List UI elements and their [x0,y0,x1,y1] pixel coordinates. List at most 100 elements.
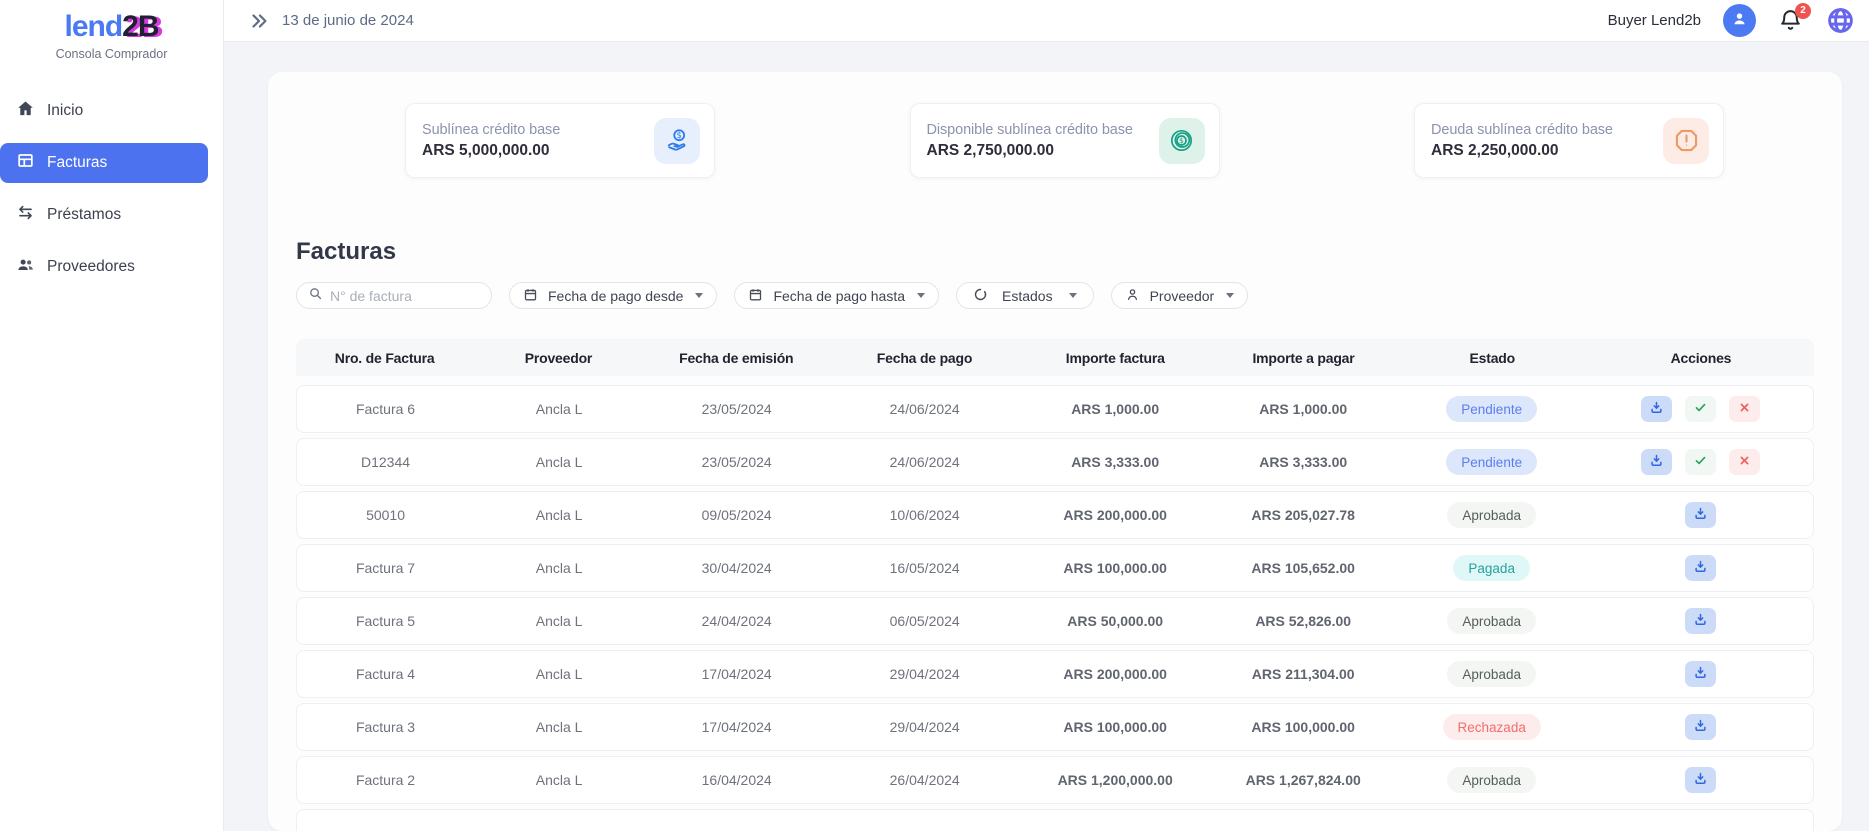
filter-label: Fecha de pago desde [548,288,683,304]
download-icon [1649,400,1664,418]
cell-provider: Ancla L [474,560,644,576]
reject-button[interactable] [1729,396,1760,422]
cell-to-pay: ARS 105,652.00 [1210,560,1396,576]
sidebar-collapse-button[interactable] [248,10,270,32]
person-icon [1125,287,1140,305]
approve-button[interactable] [1685,449,1716,475]
download-button[interactable] [1641,449,1672,475]
sidebar-item-facturas[interactable]: Facturas [0,143,208,183]
brand-logo: lend2B Consola Comprador [0,0,223,61]
calendar-icon [523,287,538,305]
status-badge: Aprobada [1447,661,1536,687]
download-button[interactable] [1685,661,1716,687]
invoice-search-field [296,282,492,309]
cell-status: Pendiente [1396,396,1587,422]
status-badge: Pendiente [1446,449,1537,475]
download-button[interactable] [1685,502,1716,528]
cell-invoice: Factura 4 [297,666,474,682]
download-button[interactable] [1685,608,1716,634]
cell-issue-date: 09/05/2024 [644,507,829,523]
card-value: ARS 2,750,000.00 [927,142,1133,160]
cell-provider: Ancla L [474,666,644,682]
search-input[interactable] [330,288,480,304]
cell-issue-date: 23/05/2024 [644,454,829,470]
brand-logo-text: lend2B [0,10,223,44]
status-badge: Aprobada [1447,608,1536,634]
cell-actions [1587,502,1813,528]
content-area: Sublínea crédito base ARS 5,000,000.00 $… [224,42,1869,831]
download-icon [1693,559,1708,577]
column-header: Fecha de emisión [644,350,829,366]
card-title: Sublínea crédito base [422,122,560,138]
table-row: Factura 2 Ancla L 16/04/2024 26/04/2024 … [296,756,1814,804]
svg-text:$: $ [1179,136,1184,145]
download-button[interactable] [1685,714,1716,740]
filter-provider[interactable]: Proveedor [1111,282,1249,309]
cell-invoice: Factura 7 [297,560,474,576]
brand-logo-primary: lend [64,10,122,43]
sidebar-item-prestamos[interactable]: Préstamos [0,195,208,235]
filter-states[interactable]: Estados [956,282,1094,309]
filter-label: Fecha de pago hasta [773,288,905,304]
table-row: Factura 6 Ancla L 23/05/2024 24/06/2024 … [296,385,1814,433]
cell-status: Pendiente [1396,449,1587,475]
card-title: Deuda sublínea crédito base [1431,122,1613,138]
svg-text:$: $ [676,130,681,140]
approve-button[interactable] [1685,396,1716,422]
chevron-down-icon [695,293,703,298]
filter-date-from[interactable]: Fecha de pago desde [509,282,717,309]
download-button[interactable] [1685,555,1716,581]
download-icon [1693,665,1708,683]
cell-to-pay: ARS 52,826.00 [1210,613,1396,629]
notifications-button[interactable]: 2 [1778,8,1804,34]
brand-subtitle: Consola Comprador [0,47,223,61]
language-button[interactable] [1826,6,1855,35]
cell-actions [1587,767,1813,793]
invoices-table: Nro. de Factura Proveedor Fecha de emisi… [296,339,1814,831]
filter-date-to[interactable]: Fecha de pago hasta [734,282,939,309]
column-header: Nro. de Factura [296,350,473,366]
reject-button[interactable] [1729,449,1760,475]
sidebar-item-proveedores[interactable]: Proveedores [0,247,208,287]
cell-amount: ARS 3,333.00 [1020,454,1210,470]
current-date-label: 13 de junio de 2024 [282,12,414,29]
chevron-down-icon [917,293,925,298]
summary-cards: Sublínea crédito base ARS 5,000,000.00 $… [405,103,1724,178]
cell-actions [1587,449,1813,475]
cell-invoice: Factura 5 [297,613,474,629]
download-button[interactable] [1641,396,1672,422]
cell-invoice: D12344 [297,454,474,470]
cell-issue-date: 17/04/2024 [644,666,829,682]
sidebar-item-label: Proveedores [47,258,135,276]
app-root: lend2B Consola Comprador Inicio Facturas… [0,0,1869,831]
cell-pay-date: 24/06/2024 [829,454,1020,470]
table-row: D12344 Ancla L 23/05/2024 24/06/2024 ARS… [296,438,1814,486]
user-name-label: Buyer Lend2b [1608,12,1701,29]
cell-to-pay: ARS 1,267,824.00 [1210,772,1396,788]
calendar-icon [748,287,763,305]
topbar-right: Buyer Lend2b 2 [1608,4,1855,37]
cell-provider: Ancla L [474,613,644,629]
card-texts: Deuda sublínea crédito base ARS 2,250,00… [1431,122,1613,160]
download-button[interactable] [1685,767,1716,793]
transfer-arrows-icon [16,203,35,227]
cell-status: Aprobada [1396,767,1587,793]
sidebar-item-inicio[interactable]: Inicio [0,91,208,131]
card-value: ARS 5,000,000.00 [422,142,560,160]
cell-status: Rechazada [1396,714,1587,740]
profile-avatar[interactable] [1723,4,1756,37]
cell-issue-date: 30/04/2024 [644,560,829,576]
cell-amount: ARS 200,000.00 [1020,507,1210,523]
status-badge: Pendiente [1446,396,1537,422]
cell-pay-date: 29/04/2024 [829,666,1020,682]
table-row: Factura 5 Ancla L 24/04/2024 06/05/2024 … [296,597,1814,645]
cell-provider: Ancla L [474,772,644,788]
sidebar: lend2B Consola Comprador Inicio Facturas… [0,0,224,831]
cell-amount: ARS 100,000.00 [1020,719,1210,735]
topbar: 13 de junio de 2024 Buyer Lend2b 2 [224,0,1869,42]
sidebar-item-label: Facturas [47,154,107,172]
cell-issue-date: 16/04/2024 [644,772,829,788]
column-header: Fecha de pago [829,350,1020,366]
search-icon [308,286,323,306]
cell-provider: Ancla L [474,719,644,735]
